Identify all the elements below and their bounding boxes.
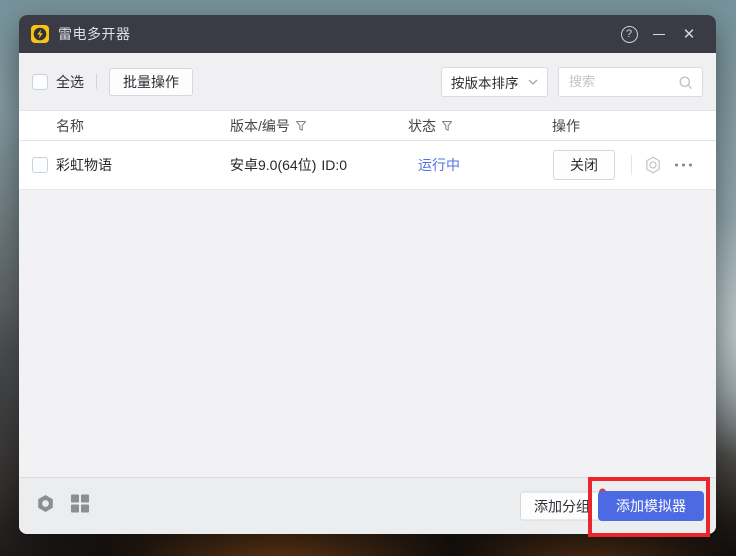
titlebar: 雷电多开器 ? ✕ [19,15,716,53]
row-checkbox[interactable] [32,157,48,173]
minimize-button[interactable] [644,20,674,48]
select-all-checkbox[interactable] [32,74,48,90]
filter-funnel-icon [295,120,307,132]
empty-list-area [19,190,716,477]
close-emulator-button[interactable]: 关闭 [553,150,615,180]
grid-view-button[interactable] [71,495,89,518]
header-name: 名称 [56,116,84,136]
emulator-version: 安卓9.0(64位) ID:0 [230,155,347,175]
table-row: 彩虹物语 安卓9.0(64位) ID:0 运行中 关闭 [19,141,716,190]
filter-funnel-icon [441,120,453,132]
close-icon: ✕ [683,27,696,42]
search-icon [678,75,694,91]
batch-operations-button[interactable]: 批量操作 [109,68,193,96]
table-header: 名称 版本/编号 状态 操作 [19,110,716,141]
more-options-button[interactable] [675,164,692,167]
footer-bar: 添加分组 添加模拟器 [19,477,716,534]
gear-icon [36,494,55,513]
window-title: 雷电多开器 [58,24,131,44]
emulator-id: ID:0 [321,157,347,173]
settings-button[interactable] [36,494,55,518]
add-emulator-button[interactable]: 添加模拟器 [598,491,704,521]
minimize-icon [653,34,665,35]
toolbar: 全选 批量操作 按版本排序 [19,53,716,110]
header-actions: 操作 [552,116,580,136]
chevron-down-icon [528,79,538,85]
header-status[interactable]: 状态 [408,116,453,136]
grid-icon [71,495,89,513]
app-window: 雷电多开器 ? ✕ 全选 批量操作 按版本排序 [19,15,716,534]
app-logo-icon [31,25,49,43]
ellipsis-icon [675,164,678,167]
status-badge: 运行中 [418,155,460,175]
close-button[interactable]: ✕ [674,20,704,48]
ops-divider [631,155,632,175]
toolbar-divider [96,74,97,89]
gear-outline-icon [643,155,663,175]
add-group-button[interactable]: 添加分组 [520,492,604,521]
sort-dropdown[interactable]: 按版本排序 [441,67,548,97]
row-settings-button[interactable] [643,155,663,175]
android-version: 安卓9.0(64位) [230,155,316,175]
select-all-label: 全选 [56,72,84,92]
emulator-name: 彩虹物语 [56,155,112,175]
sort-dropdown-value: 按版本排序 [451,72,519,92]
header-version[interactable]: 版本/编号 [230,116,307,136]
search-box [558,67,703,97]
help-circle-icon: ? [621,26,638,43]
help-button[interactable]: ? [614,20,644,48]
